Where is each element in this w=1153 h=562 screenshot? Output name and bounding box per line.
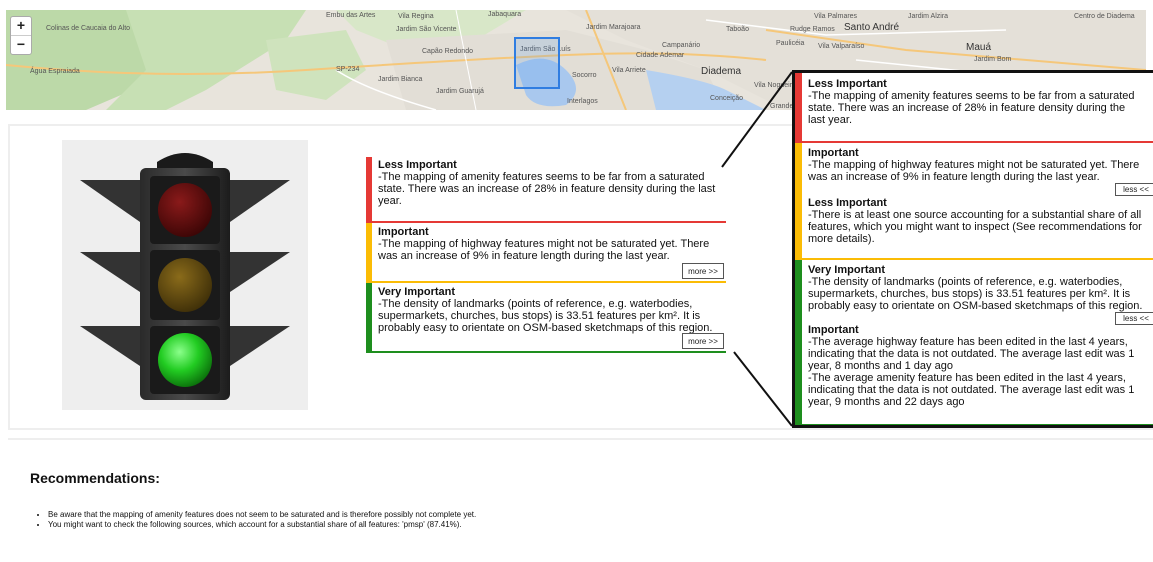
map-label: Socorro <box>572 72 597 79</box>
importance-level: Less Important <box>808 197 887 209</box>
recommendation-item: You might want to check the following so… <box>48 520 476 530</box>
map-label: SP-234 <box>336 66 360 73</box>
more-button[interactable]: more >> <box>682 263 724 279</box>
importance-level: Important <box>808 324 859 336</box>
map-label: Centro de Diadema <box>1074 13 1135 20</box>
popup-item-red: Less Important -The mapping of amenity f… <box>795 73 1153 143</box>
map-label: Vila Arriete <box>612 67 646 74</box>
selected-area-box[interactable] <box>514 37 560 89</box>
map-label: Grande <box>770 103 794 110</box>
map-label: Jardim Marajoara <box>586 24 641 31</box>
map-label: Vila Nogueira <box>754 82 796 89</box>
summary-text: -The mapping of amenity features seems t… <box>808 90 1135 126</box>
map-label: Colinas de Caucaia do Alto <box>46 25 131 32</box>
map-label: Santo André <box>844 22 900 33</box>
map-label: Jardim São Vicente <box>396 26 457 33</box>
map-label: Capão Redondo <box>422 48 473 55</box>
map-label: Vila Regina <box>398 13 434 20</box>
map-label: Mauá <box>966 42 992 53</box>
red-lamp <box>158 183 212 237</box>
map-label: Água Espraiada <box>30 68 80 75</box>
map-label: Paulicéia <box>776 40 805 47</box>
recommendations-list: Be aware that the mapping of amenity fea… <box>38 510 476 530</box>
map-label: Cidade Ademar <box>636 52 685 59</box>
map-label: Taboão <box>726 26 749 33</box>
popup-item-yellow: Important -The mapping of highway featur… <box>795 143 1153 260</box>
map-label: Campanário <box>662 42 701 49</box>
recommendations-section: Recommendations: Be aware that the mappi… <box>8 438 1153 562</box>
summary-item-important: Important -The mapping of highway featur… <box>366 223 726 283</box>
map-label: Vila Valparaíso <box>818 43 865 50</box>
less-button[interactable]: less << <box>1115 183 1153 196</box>
summary-text: -The average highway feature has been ed… <box>808 336 1135 372</box>
recommendation-item: Be aware that the mapping of amenity fea… <box>48 510 476 520</box>
summary-text: -There is at least one source accounting… <box>808 209 1142 245</box>
zoomed-summary-popup: Less Important -The mapping of amenity f… <box>792 70 1153 428</box>
importance-level: Important <box>808 147 859 159</box>
map-label: Jardim Bianca <box>378 76 423 83</box>
summary-text: -The mapping of amenity features seems t… <box>378 171 716 207</box>
green-lamp <box>158 333 212 387</box>
zoom-out-button[interactable]: − <box>11 35 31 54</box>
traffic-light-image <box>62 140 308 410</box>
popup-item-green: Very Important -The density of landmarks… <box>795 260 1153 425</box>
summary-text: -The mapping of highway features might n… <box>808 159 1140 183</box>
zoom-in-button[interactable]: + <box>11 17 31 35</box>
map-label: Rudge Ramos <box>790 26 835 33</box>
map-label: Interlagos <box>567 98 598 105</box>
importance-level: Very Important <box>378 286 456 298</box>
importance-level: Less Important <box>808 78 887 90</box>
map-label: Conceição <box>710 95 744 102</box>
map-label: Jabaquara <box>488 11 522 18</box>
summary-item-very-important: Very Important -The density of landmarks… <box>366 283 726 353</box>
importance-level: Less Important <box>378 159 457 171</box>
summary-text: -The density of landmarks (points of ref… <box>378 298 713 334</box>
summary-text: -The mapping of highway features might n… <box>378 238 710 262</box>
summary-list: Less Important -The mapping of amenity f… <box>366 157 726 353</box>
yellow-lamp <box>158 258 212 312</box>
more-button[interactable]: more >> <box>682 333 724 349</box>
map-label: Diadema <box>701 66 742 77</box>
recommendations-title: Recommendations: <box>30 470 160 486</box>
map-label: Jardim Guarujá <box>436 88 484 95</box>
summary-text: -The density of landmarks (points of ref… <box>808 276 1143 312</box>
map-label: Embu das Artes <box>326 12 376 19</box>
map-label: Jardim Bom <box>974 56 1012 63</box>
summary-text: -The average amenity feature has been ed… <box>808 372 1135 408</box>
importance-level: Important <box>378 226 429 238</box>
summary-item-less-important: Less Important -The mapping of amenity f… <box>366 157 726 223</box>
map-label: Jardim Alzira <box>908 13 949 20</box>
less-button[interactable]: less << <box>1115 312 1153 325</box>
map-zoom-control: + − <box>10 16 32 55</box>
importance-level: Very Important <box>808 264 886 276</box>
map-label: Vila Palmares <box>814 13 858 20</box>
traffic-light-icon <box>80 153 290 400</box>
